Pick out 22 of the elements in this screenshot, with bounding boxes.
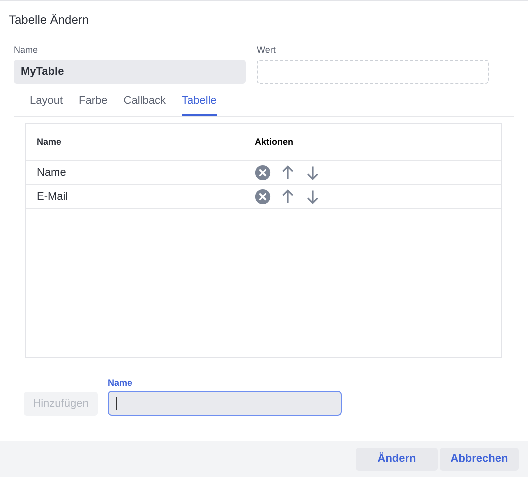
- column-header: Aktionen: [255, 137, 294, 147]
- table-cell-text: E-Mail: [36, 190, 70, 202]
- arrow-up-icon[interactable]: [280, 188, 296, 204]
- table-cell-text: Name: [36, 166, 68, 178]
- arrow-down-icon[interactable]: [305, 164, 321, 180]
- remove-icon[interactable]: [255, 188, 271, 204]
- footer-button[interactable]: Ändern: [356, 448, 438, 470]
- tab[interactable]: Tabelle: [182, 89, 217, 116]
- arrow-up-icon[interactable]: [280, 164, 296, 180]
- tab[interactable]: Layout: [30, 89, 72, 116]
- field-label: Name: [14, 45, 40, 55]
- arrow-down-icon[interactable]: [305, 188, 321, 204]
- dialog-title: Tabelle Ändern: [8, 12, 90, 29]
- footer-button[interactable]: Abbrechen: [440, 448, 519, 470]
- tab[interactable]: Callback: [124, 89, 174, 116]
- column-header: Name: [36, 137, 63, 147]
- remove-icon[interactable]: [255, 164, 271, 180]
- field-label: Wert: [257, 45, 277, 55]
- tab[interactable]: Farbe: [79, 89, 116, 116]
- value-field[interactable]: [257, 60, 489, 84]
- field-label: Name: [108, 378, 134, 388]
- name-field[interactable]: MyTable: [14, 60, 246, 84]
